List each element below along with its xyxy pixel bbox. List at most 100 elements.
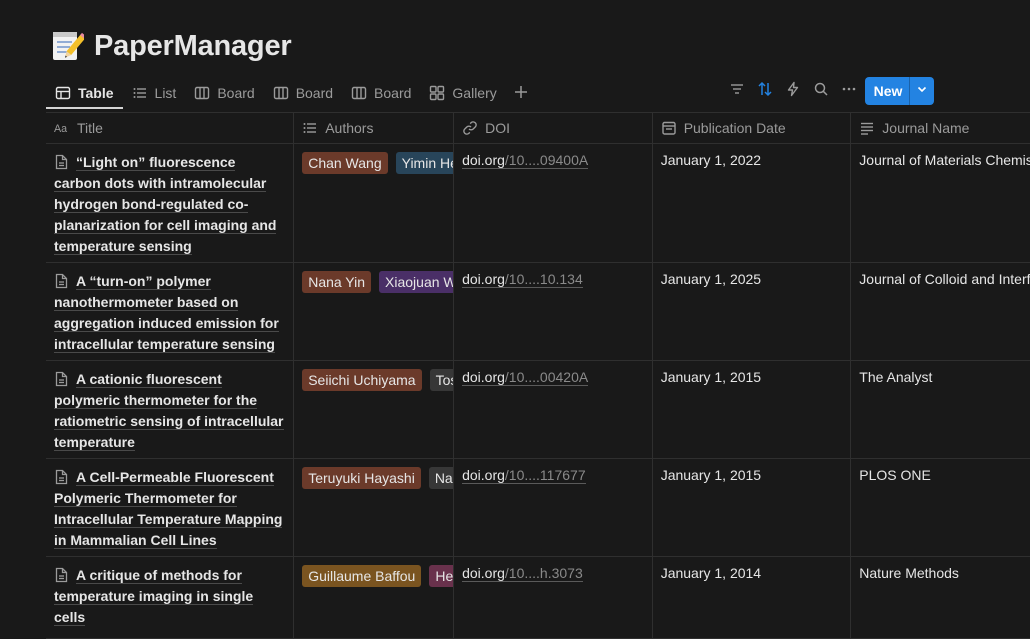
tab-label: Table [78, 85, 114, 101]
tab-label: Board [217, 85, 255, 101]
filter-icon [729, 81, 745, 102]
table-row[interactable]: “Light on” fluorescence carbon dots with… [46, 144, 1030, 263]
doi-cell[interactable]: doi.org/10....00420A [454, 361, 653, 458]
page-icon [54, 273, 69, 289]
paper-title: A “turn-on” polymer nanothermometer base… [54, 273, 279, 353]
doi-cell[interactable]: doi.org/10....h.3073 [454, 557, 653, 638]
journal-cell[interactable]: The Analyst [851, 361, 1030, 458]
tab-label: Board [295, 85, 334, 101]
date-cell[interactable]: January 1, 2015 [653, 361, 852, 458]
tab-gallery[interactable]: Gallery [420, 78, 505, 108]
automation-button[interactable] [780, 78, 806, 104]
author-tag: Xiaojuan Wang [379, 271, 454, 293]
tab-board-1[interactable]: Board [185, 78, 263, 108]
more-options-button[interactable] [836, 78, 862, 104]
tab-list[interactable]: List [123, 78, 186, 108]
doi-cell[interactable]: doi.org/10....09400A [454, 144, 653, 262]
doi-cell[interactable]: doi.org/10....10.134 [454, 263, 653, 360]
tab-board-2[interactable]: Board [264, 78, 342, 108]
page-icon [54, 371, 69, 387]
gallery-icon [429, 85, 445, 101]
sort-icon [757, 81, 773, 102]
title-cell[interactable]: A cationic fluorescent polymeric thermom… [46, 361, 295, 458]
page-icon [54, 469, 69, 485]
journal-cell[interactable]: Journal of Materials Chemistry [851, 144, 1030, 262]
memo-icon[interactable] [50, 29, 87, 63]
multiselect-icon [302, 120, 318, 136]
plus-icon [514, 82, 528, 105]
title-cell[interactable]: “Light on” fluorescence carbon dots with… [46, 144, 295, 262]
table-header: Aa Title Authors DOI Publication Date Jo… [46, 112, 1030, 144]
lightning-icon [785, 81, 801, 102]
doi-host: doi.org [462, 565, 505, 581]
search-icon [813, 81, 829, 102]
table-row[interactable]: A Cell-Permeable Fluorescent Polymeric T… [46, 459, 1030, 557]
author-tag: Nanaho [428, 467, 454, 489]
date-cell[interactable]: January 1, 2025 [653, 263, 852, 360]
doi-path: /10....09400A [504, 152, 589, 168]
tab-board-3[interactable]: Board [342, 78, 420, 108]
authors-cell[interactable]: Guillaume Baffou Hervé [294, 557, 455, 638]
new-button[interactable]: New [865, 77, 909, 105]
calendar-icon [661, 120, 677, 136]
doi-host: doi.org [462, 467, 505, 483]
new-button-group: New [865, 77, 934, 105]
add-view-button[interactable] [508, 80, 534, 106]
doi-path: /10....00420A [504, 369, 589, 385]
page-icon [54, 154, 69, 170]
column-label: Journal Name [882, 120, 970, 136]
date-cell[interactable]: January 1, 2015 [653, 459, 852, 556]
date-cell[interactable]: January 1, 2022 [653, 144, 852, 262]
new-dropdown-button[interactable] [909, 77, 934, 105]
author-tag: Toshikazu [429, 369, 454, 391]
authors-cell[interactable]: Teruyuki Hayashi Nanaho [294, 459, 455, 556]
doi-link[interactable]: doi.org/10....h.3073 [462, 565, 583, 582]
more-icon [841, 81, 857, 102]
title-cell[interactable]: A critique of methods for temperature im… [46, 557, 295, 638]
author-tag: Chan Wang [302, 152, 388, 174]
table-row[interactable]: A critique of methods for temperature im… [46, 557, 1030, 639]
column-header-title[interactable]: Aa Title [46, 113, 295, 143]
filter-button[interactable] [724, 78, 750, 104]
author-tag: Teruyuki Hayashi [302, 467, 421, 489]
journal-cell[interactable]: PLOS ONE [851, 459, 1030, 556]
database-table: Aa Title Authors DOI Publication Date Jo… [46, 112, 1030, 639]
list-icon [132, 85, 148, 101]
view-bar: Table List Board Board Board Gallery New [46, 76, 1030, 110]
doi-link[interactable]: doi.org/10....09400A [462, 152, 589, 169]
author-tag: Guillaume Baffou [302, 565, 422, 587]
authors-cell[interactable]: Chan Wang Yimin He [294, 144, 455, 262]
paper-title: A cationic fluorescent polymeric thermom… [54, 371, 284, 451]
page-title[interactable]: PaperManager [94, 30, 292, 63]
journal-cell[interactable]: Nature Methods [851, 557, 1030, 638]
tab-label: List [154, 85, 177, 101]
table-row[interactable]: A “turn-on” polymer nanothermometer base… [46, 263, 1030, 361]
doi-cell[interactable]: doi.org/10....117677 [454, 459, 653, 556]
chevron-down-icon [916, 82, 928, 100]
column-label: Authors [325, 120, 374, 136]
authors-cell[interactable]: Seiichi Uchiyama Toshikazu [294, 361, 455, 458]
doi-link[interactable]: doi.org/10....117677 [462, 467, 586, 484]
doi-host: doi.org [462, 271, 505, 287]
search-button[interactable] [808, 78, 834, 104]
doi-link[interactable]: doi.org/10....00420A [462, 369, 589, 386]
column-header-authors[interactable]: Authors [294, 113, 455, 143]
board-icon [194, 85, 210, 101]
sort-button[interactable] [752, 78, 778, 104]
journal-cell[interactable]: Journal of Colloid and Interface Science [851, 263, 1030, 360]
board-icon [273, 85, 289, 101]
table-icon [55, 85, 71, 101]
title-cell[interactable]: A “turn-on” polymer nanothermometer base… [46, 263, 295, 360]
tab-table[interactable]: Table [46, 77, 123, 109]
doi-link[interactable]: doi.org/10....10.134 [462, 271, 583, 288]
view-tabs: Table List Board Board Board Gallery [46, 76, 534, 110]
date-cell[interactable]: January 1, 2014 [653, 557, 852, 638]
authors-cell[interactable]: Nana Yin Xiaojuan Wang [294, 263, 455, 360]
column-header-doi[interactable]: DOI [454, 113, 653, 143]
column-label: Title [77, 120, 103, 136]
title-cell[interactable]: A Cell-Permeable Fluorescent Polymeric T… [46, 459, 295, 556]
svg-text:Aa: Aa [54, 123, 67, 135]
column-header-publication-date[interactable]: Publication Date [653, 113, 852, 143]
column-header-journal-name[interactable]: Journal Name [851, 113, 1030, 143]
table-row[interactable]: A cationic fluorescent polymeric thermom… [46, 361, 1030, 459]
